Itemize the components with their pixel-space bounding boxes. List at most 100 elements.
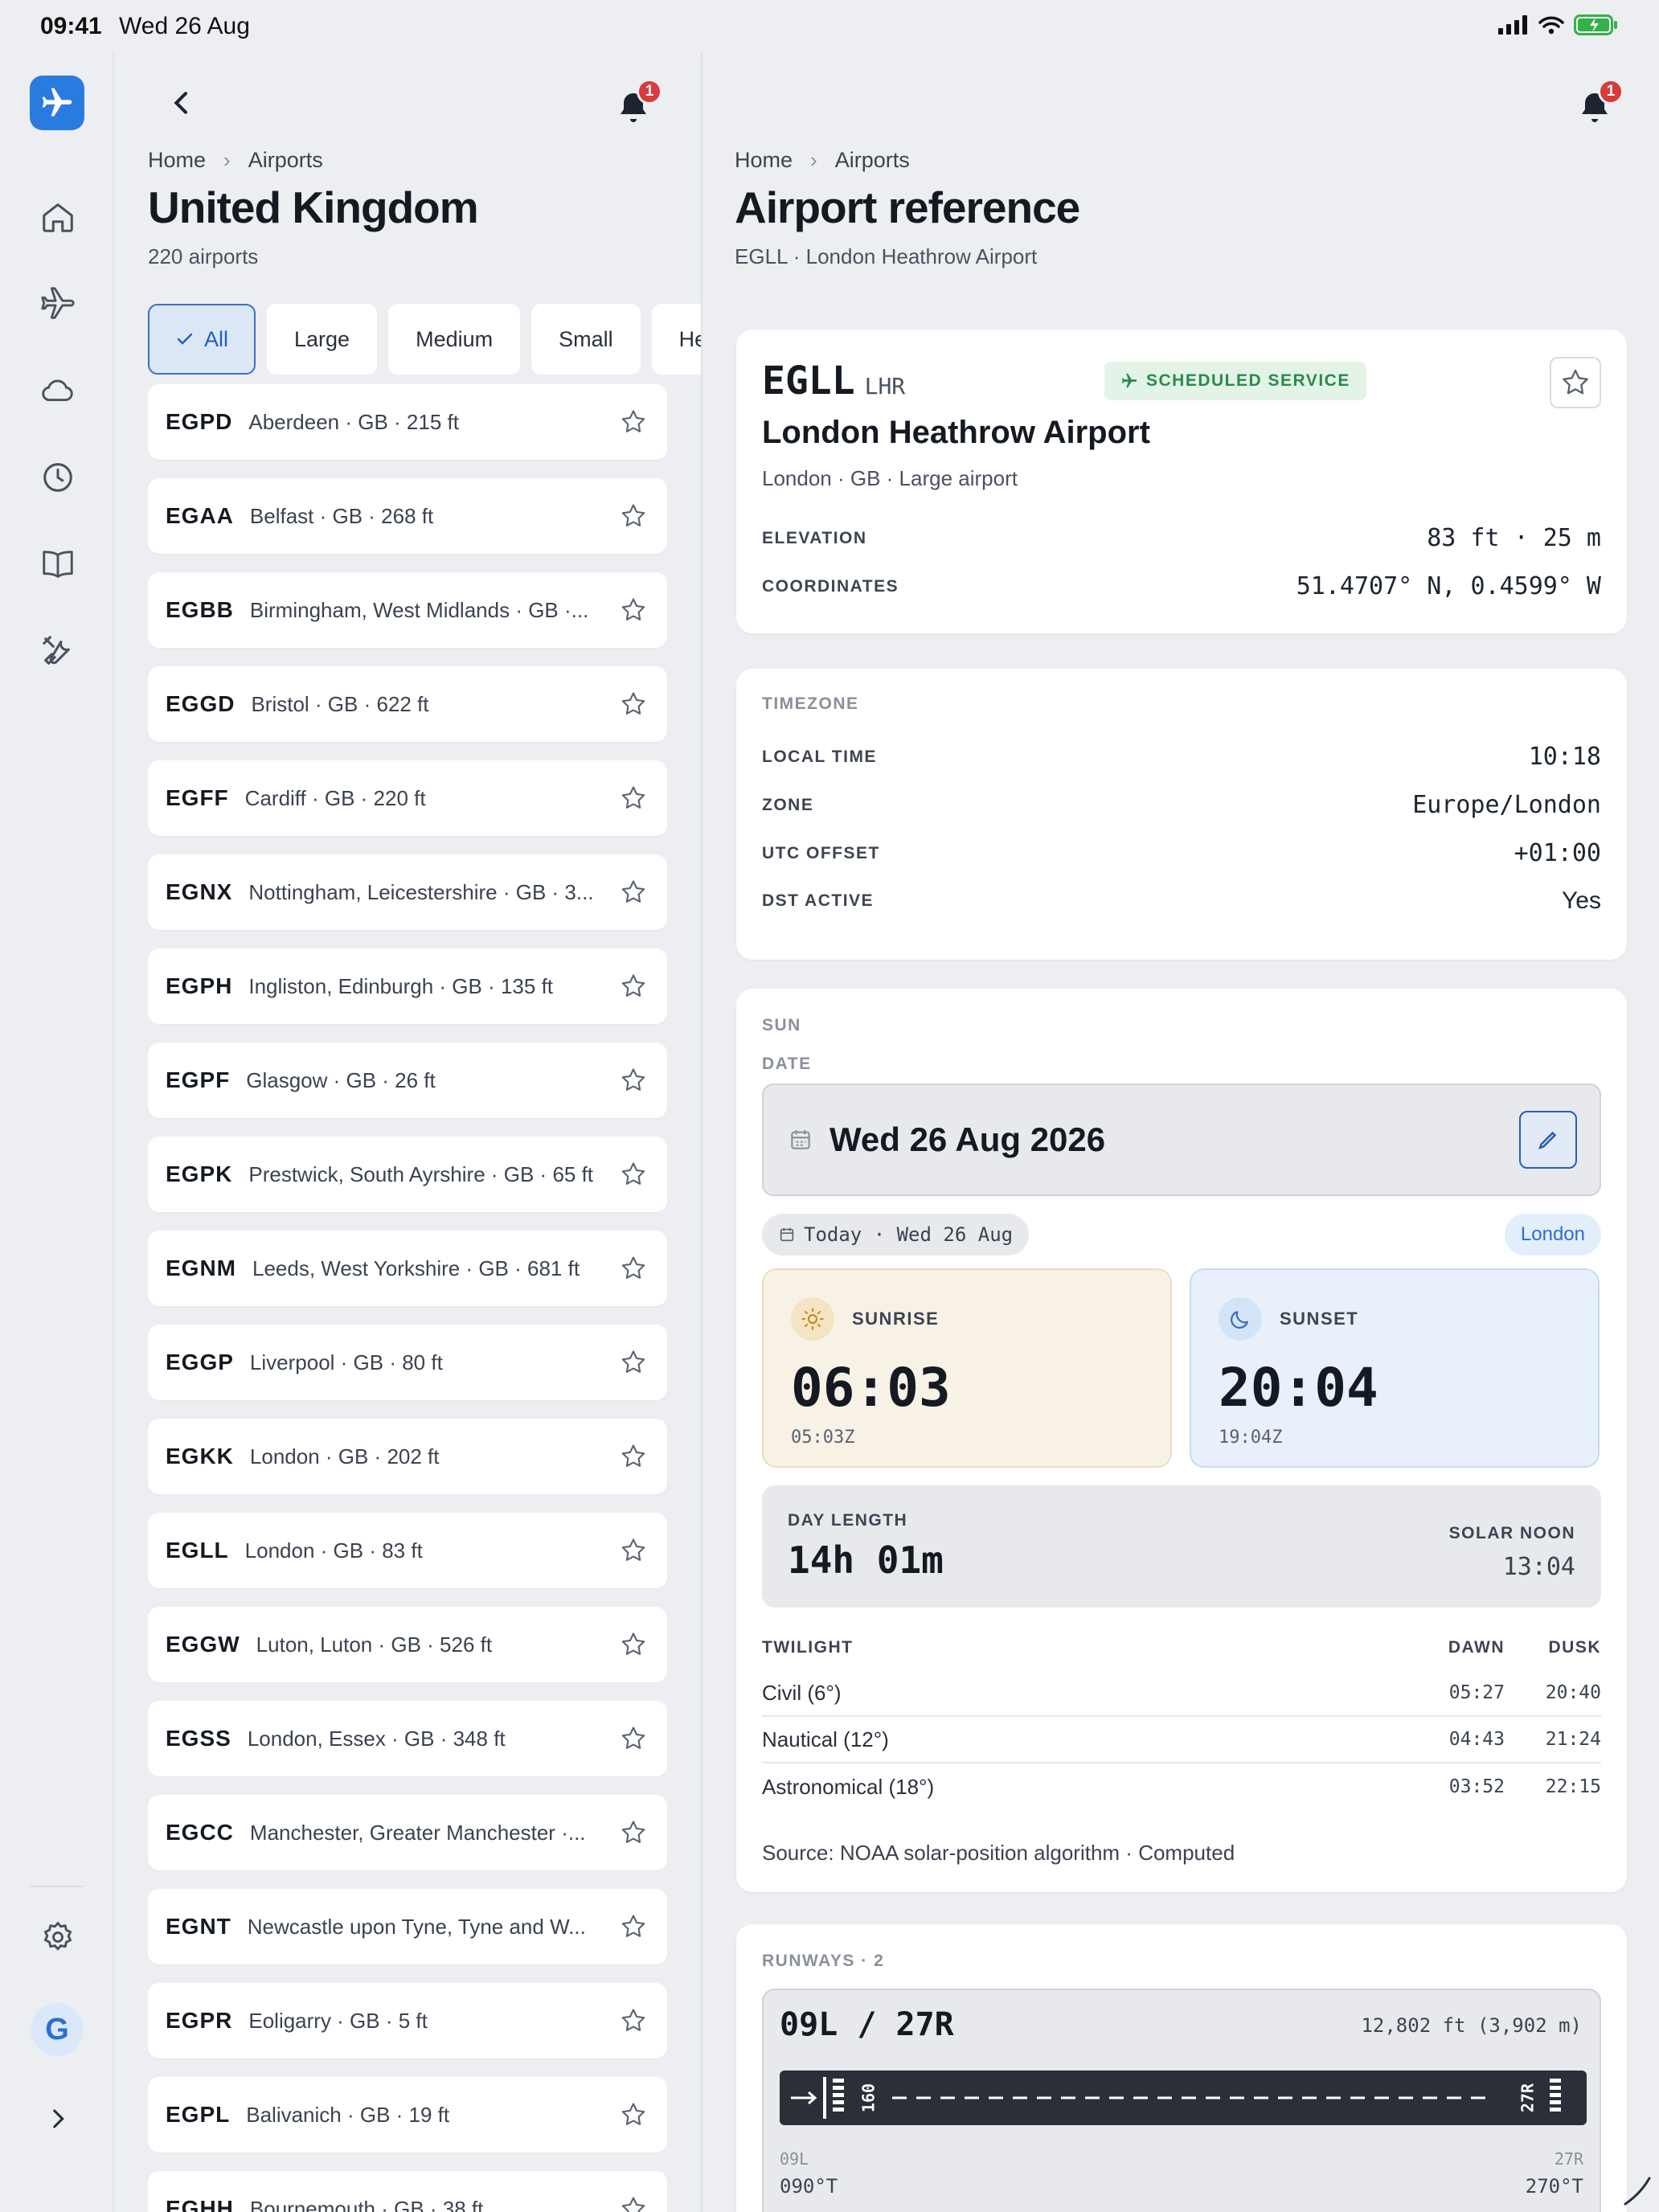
airport-icao: EGPR [166,2008,233,2033]
star-outline-icon[interactable] [619,1724,648,1753]
airport-row[interactable]: EGPF Glasgow · GB · 26 ft [148,1043,667,1118]
airport-description: Cardiff · GB · 220 ft [244,785,426,810]
star-outline-icon[interactable] [619,1254,648,1283]
breadcrumb-airports[interactable]: Airports [248,148,323,173]
filter-small[interactable]: Small [531,304,641,375]
app-logo[interactable] [30,76,84,130]
airport-row[interactable]: EGPD Aberdeen · GB · 215 ft [148,384,667,460]
airport-row[interactable]: EGNX Nottingham, Leicestershire · GB · 3.… [148,854,667,930]
dst-label: DST ACTIVE [762,891,875,910]
filter-heli[interactable]: Heli [651,304,701,375]
filter-medium[interactable]: Medium [388,304,521,375]
star-outline-icon[interactable] [619,1818,648,1847]
star-outline-icon[interactable] [619,1442,648,1471]
airport-icao: EGFF [166,785,229,810]
iata-code: LHR [864,373,906,399]
star-outline-icon[interactable] [619,1630,648,1659]
location-pill: London [1504,1214,1601,1256]
clock-icon [43,463,72,492]
local-time-row: LOCAL TIME 10:18 [762,743,1601,771]
tools-icon [43,636,70,665]
notifications-button-right[interactable]: 1 [1571,79,1624,132]
date-field[interactable]: Wed 26 Aug 2026 [762,1083,1601,1196]
sunset-label: SUNSET [1280,1309,1359,1329]
airport-icao: EGNM [166,1256,236,1280]
dawn-header: DAWN [1448,1638,1505,1657]
airport-description: Aberdeen · GB · 215 ft [248,409,459,434]
chevron-right-icon [53,2109,64,2128]
back-button[interactable] [166,87,206,127]
favorite-button[interactable] [1550,357,1601,408]
star-outline-icon[interactable] [619,502,648,530]
airport-description: Bristol · GB · 622 ft [251,691,429,716]
airport-row[interactable]: EGPH Ingliston, Edinburgh · GB · 135 ft [148,948,667,1024]
utc-offset-row: UTC OFFSET +01:00 [762,839,1601,867]
star-outline-icon[interactable] [619,2100,648,2129]
twilight-dusk: 21:24 [1545,1729,1601,1750]
runway-marking-27r: 27R [1518,2083,1538,2112]
airport-row[interactable]: EGLL London · GB · 83 ft [148,1513,667,1588]
airport-icao: EGPK [166,1161,233,1186]
airport-row[interactable]: EGSS London, Essex · GB · 348 ft [148,1701,667,1776]
breadcrumb-separator: › [810,148,817,172]
airport-row[interactable]: EGFF Cardiff · GB · 220 ft [148,760,667,836]
nav-reference[interactable] [37,543,79,585]
airport-row[interactable]: EGGW Luton, Luton · GB · 526 ft [148,1607,667,1682]
filter-label: Small [559,326,613,351]
airport-icao: EGGD [166,691,236,716]
resize-handle-icon[interactable] [1620,2173,1653,2206]
airport-row[interactable]: EGHH Bournemouth · GB · 38 ft [148,2171,667,2212]
star-outline-icon[interactable] [619,1348,648,1377]
filter-large[interactable]: Large [267,304,378,375]
twilight-dusk: 20:40 [1545,1682,1601,1703]
runway-panel-09l-27r[interactable]: 09L / 27R 12,802 ft (3,902 m) 160 27R 09… [762,1989,1601,2212]
edit-date-button[interactable] [1519,1111,1577,1169]
filter-label: Heli [678,326,701,351]
star-outline-icon[interactable] [619,408,648,436]
airport-row[interactable]: EGBB Birmingham, West Midlands · GB ·... [148,572,667,648]
star-outline-icon[interactable] [619,690,648,719]
star-outline-icon[interactable] [619,1066,648,1095]
star-outline-icon[interactable] [619,878,648,907]
twilight-row-nautical: Nautical (12°) 04:43 21:24 [762,1717,1601,1763]
star-outline-icon[interactable] [619,2194,648,2212]
user-avatar[interactable]: G [31,2003,84,2056]
airport-row[interactable]: EGPL Balivanich · GB · 19 ft [148,2077,667,2153]
breadcrumb-home[interactable]: Home [735,148,793,173]
notifications-button-left[interactable]: 1 [609,79,662,132]
star-outline-icon[interactable] [619,596,648,625]
airport-row[interactable]: EGKK London · GB · 202 ft [148,1419,667,1494]
airport-row[interactable]: EGNT Newcastle upon Tyne, Tyne and W... [148,1889,667,1964]
nav-tools[interactable] [37,630,79,672]
airport-row[interactable]: EGCC Manchester, Greater Manchester ·... [148,1795,667,1870]
airport-row[interactable]: EGGD Bristol · GB · 622 ft [148,666,667,742]
airport-row[interactable]: EGGP Liverpool · GB · 80 ft [148,1325,667,1400]
nav-home[interactable] [37,196,79,238]
nav-settings[interactable] [37,1916,79,1958]
nav-weather[interactable] [37,370,79,412]
airport-row[interactable]: EGPK Prestwick, South Ayrshire · GB · 65 … [148,1137,667,1212]
star-outline-icon[interactable] [619,1160,648,1189]
star-outline-icon[interactable] [619,972,648,1001]
star-outline-icon[interactable] [619,2006,648,2035]
filter-all[interactable]: All [148,304,256,375]
twilight-header: TWILIGHT DAWN DUSK [762,1638,1601,1662]
battery-charging-icon [1574,14,1617,35]
coordinates-label: COORDINATES [762,576,899,596]
nav-history[interactable] [37,457,79,498]
airport-description: Belfast · GB · 268 ft [249,503,434,528]
airport-icao: EGBB [166,597,234,622]
nav-flights[interactable] [37,283,79,325]
airport-row[interactable]: EGNM Leeds, West Yorkshire · GB · 681 ft [148,1231,667,1306]
star-outline-icon[interactable] [619,1536,648,1565]
airplane-icon [41,287,75,319]
breadcrumb-airports[interactable]: Airports [835,148,910,173]
breadcrumb-home[interactable]: Home [148,148,206,173]
today-pill[interactable]: Today · Wed 26 Aug [762,1214,1030,1256]
star-outline-icon[interactable] [619,784,648,813]
airport-row[interactable]: EGPR Eoligarry · GB · 5 ft [148,1983,667,2058]
moon-icon [1231,1311,1248,1329]
expand-rail-button[interactable] [37,2098,79,2140]
airport-row[interactable]: EGAA Belfast · GB · 268 ft [148,478,667,554]
star-outline-icon[interactable] [619,1912,648,1941]
